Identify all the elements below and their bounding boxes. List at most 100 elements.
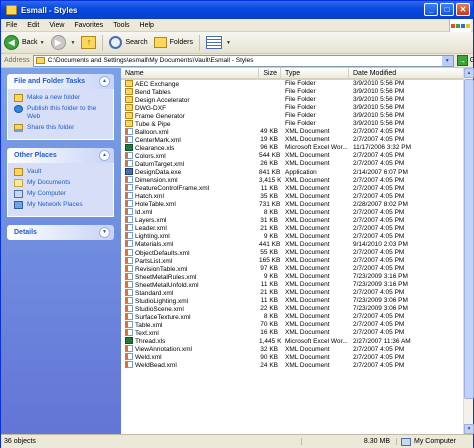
vertical-scrollbar[interactable]: ▲ ▼ — [463, 68, 474, 434]
go-label: Go — [469, 57, 474, 64]
chevron-down-icon[interactable]: ▼ — [71, 40, 76, 46]
file-name-text: Lighting.xml — [135, 233, 170, 241]
folders-button[interactable]: Folders — [151, 34, 196, 52]
up-folder-button[interactable]: ↑ — [78, 34, 99, 52]
xml-document-icon — [125, 135, 133, 143]
file-name-text: Frame Generator — [135, 112, 185, 120]
task-make-new-folder[interactable]: Make a new folder — [14, 94, 108, 102]
task-share-folder[interactable]: Share this folder — [14, 124, 108, 132]
file-type: Microsoft Excel Wor... — [285, 144, 348, 152]
file-date: 2/28/2007 8:02 PM — [353, 200, 408, 208]
file-type: XML Document — [285, 361, 330, 369]
file-date: 11/17/2006 3:32 PM — [353, 144, 412, 152]
scroll-up-arrow-icon[interactable]: ▲ — [464, 68, 474, 78]
scroll-down-arrow-icon[interactable]: ▼ — [464, 424, 474, 434]
other-places-header[interactable]: Other Places ▲ — [7, 148, 114, 163]
object-count: 36 objects — [4, 438, 36, 445]
file-name-text: ObjectDefaults.xml — [135, 249, 190, 257]
expand-chevron-icon[interactable]: ▼ — [99, 227, 110, 238]
place-my-network-places[interactable]: My Network Places — [14, 201, 108, 209]
folders-icon — [153, 37, 167, 48]
place-label: My Computer — [27, 190, 67, 197]
file-name-text: RevisionTable.xml — [135, 265, 188, 273]
excel-document-icon — [125, 143, 133, 151]
file-name-text: Design Accelerator — [135, 96, 190, 104]
file-date: 2/7/2007 4:05 PM — [353, 361, 405, 369]
maximize-button[interactable]: □ — [440, 3, 454, 16]
xml-document-icon — [125, 264, 133, 272]
status-location: My Computer — [397, 437, 456, 446]
views-button[interactable]: ▼ — [203, 34, 234, 52]
menu-tools[interactable]: Tools — [108, 22, 134, 29]
forward-button[interactable]: ▶ ▼ — [48, 34, 79, 52]
file-type: XML Document — [285, 128, 330, 136]
file-size: 49 KB — [260, 128, 278, 136]
xml-document-icon — [125, 272, 133, 280]
close-button[interactable]: ✕ — [456, 3, 470, 16]
file-date: 9/14/2010 2:03 PM — [353, 240, 408, 248]
xml-document-icon — [125, 248, 133, 256]
scrollbar-thumb[interactable] — [464, 79, 474, 399]
menu-edit[interactable]: Edit — [22, 22, 44, 29]
collapse-chevron-icon[interactable]: ▲ — [99, 150, 110, 161]
minimize-button[interactable]: _ — [424, 3, 438, 16]
file-type: File Folder — [285, 96, 316, 104]
menu-file[interactable]: File — [1, 22, 22, 29]
details-panel: Details ▼ — [7, 225, 114, 240]
column-date-modified[interactable]: Date Modified — [349, 68, 473, 78]
file-name-text: Layers.xml — [135, 217, 167, 225]
back-button[interactable]: ◀ Back ▼ — [1, 34, 48, 52]
share-folder-icon — [14, 124, 23, 132]
file-type: XML Document — [285, 313, 330, 321]
file-name-text: Table.xml — [135, 321, 163, 329]
chevron-down-icon[interactable]: ▼ — [441, 55, 453, 66]
place-my-documents[interactable]: My Documents — [14, 179, 108, 187]
file-size: 26 KB — [260, 160, 278, 168]
menu-view[interactable]: View — [44, 22, 69, 29]
column-headers: Name Size Type Date Modified — [121, 68, 473, 80]
place-label: My Documents — [27, 179, 71, 186]
task-publish-to-web[interactable]: Publish this folder to the Web — [14, 105, 108, 121]
file-size: 22 KB — [260, 305, 278, 313]
file-type: XML Document — [285, 136, 330, 144]
task-label: Publish this folder to the Web — [27, 105, 97, 120]
place-my-computer[interactable]: My Computer — [14, 190, 108, 198]
file-type: XML Document — [285, 281, 330, 289]
xml-document-icon — [125, 288, 133, 296]
menu-help[interactable]: Help — [135, 22, 159, 29]
file-date: 2/7/2007 4:05 PM — [353, 192, 405, 200]
xml-document-icon — [125, 127, 133, 135]
go-button[interactable]: → Go — [456, 55, 474, 66]
search-button[interactable]: Search — [106, 34, 150, 52]
file-folder-tasks-header[interactable]: File and Folder Tasks ▲ — [7, 74, 114, 89]
file-date: 2/7/2007 4:05 PM — [353, 265, 405, 273]
details-header[interactable]: Details ▼ — [7, 225, 114, 240]
file-row[interactable]: WeldBead.xml 24 KB XML Document 2/7/2007 4:… — [121, 361, 473, 370]
file-name-text: FeatureControlFrame.xml — [135, 185, 210, 193]
file-size: 16 KB — [260, 329, 278, 337]
chevron-down-icon[interactable]: ▼ — [40, 40, 45, 46]
file-date: 2/7/2007 4:05 PM — [353, 224, 405, 232]
file-name-text: AEC Exchange — [135, 80, 180, 88]
file-name-text: StudioLighting.xml — [135, 297, 189, 305]
column-type[interactable]: Type — [281, 68, 349, 78]
place-vault[interactable]: Vault — [14, 168, 108, 176]
file-type: File Folder — [285, 120, 316, 128]
column-size[interactable]: Size — [259, 68, 281, 78]
file-name-text: Leader.xml — [135, 225, 167, 233]
address-label: Address — [4, 57, 30, 64]
address-input[interactable]: C:\Documents and Settings\esmall\My Docu… — [32, 54, 454, 67]
file-name-text: Thread.xls — [135, 338, 166, 346]
menu-favorites[interactable]: Favorites — [69, 22, 108, 29]
xml-document-icon — [125, 320, 133, 328]
collapse-chevron-icon[interactable]: ▲ — [99, 76, 110, 87]
file-size: 11 KB — [260, 281, 278, 289]
column-name[interactable]: Name — [121, 68, 259, 78]
xml-document-icon — [125, 151, 133, 159]
chevron-down-icon[interactable]: ▼ — [226, 40, 231, 46]
file-date: 2/7/2007 4:05 PM — [353, 136, 405, 144]
title-bar[interactable]: Esmall - Styles _ □ ✕ — [1, 1, 473, 19]
file-size: 11 KB — [260, 184, 278, 192]
file-type: XML Document — [285, 297, 330, 305]
file-date: 2/7/2007 4:05 PM — [353, 345, 405, 353]
